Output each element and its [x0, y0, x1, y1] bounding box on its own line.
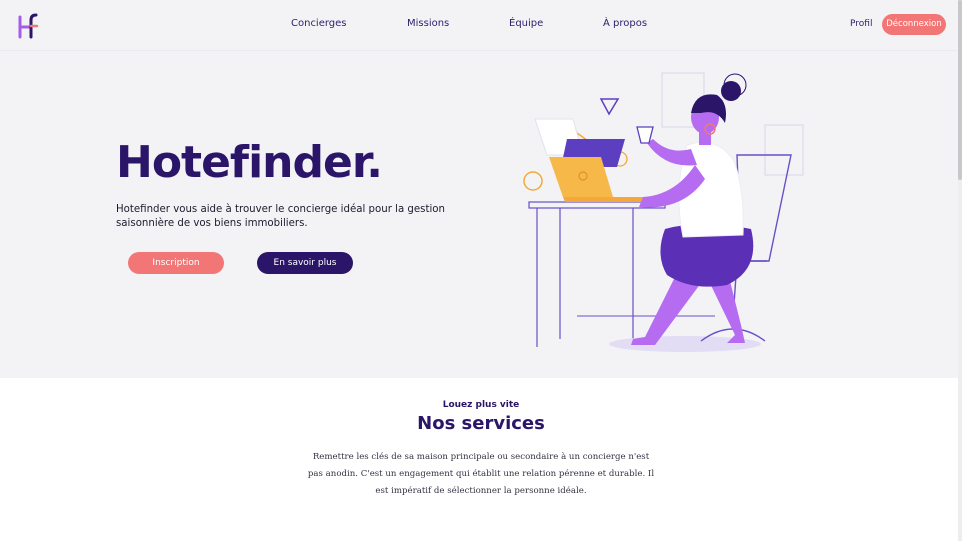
nav-link-concierges[interactable]: Concierges	[291, 18, 347, 29]
scrollbar-thumb[interactable]	[958, 0, 962, 180]
nav-link-missions[interactable]: Missions	[407, 18, 449, 29]
nav-link-a-propos[interactable]: À propos	[603, 18, 647, 29]
page: Concierges Missions Équipe À propos Prof…	[0, 0, 962, 541]
woman-working-at-laptop-illustration	[523, 72, 804, 352]
hero-title: Hotefinder.	[116, 137, 383, 188]
hero-description: Hotefinder vous aide à trouver le concie…	[116, 204, 445, 229]
hotefinder-logo-icon[interactable]	[16, 12, 42, 40]
page-scrollbar[interactable]	[958, 0, 962, 541]
nav-link-profile[interactable]: Profil	[850, 19, 872, 29]
learn-more-button[interactable]: En savoir plus	[257, 252, 353, 274]
signup-button[interactable]: Inscription	[128, 252, 224, 274]
services-description: Remettre les clés de sa maison principal…	[307, 452, 655, 496]
services-kicker: Louez plus vite	[442, 400, 520, 410]
services-title: Nos services	[417, 413, 545, 434]
logout-button[interactable]: Déconnexion	[882, 14, 946, 35]
navbar: Concierges Missions Équipe À propos Prof…	[0, 0, 962, 51]
nav-link-equipe[interactable]: Équipe	[509, 18, 543, 29]
hero-section: Hotefinder. Hotefinder vous aide à trouv…	[0, 51, 962, 378]
